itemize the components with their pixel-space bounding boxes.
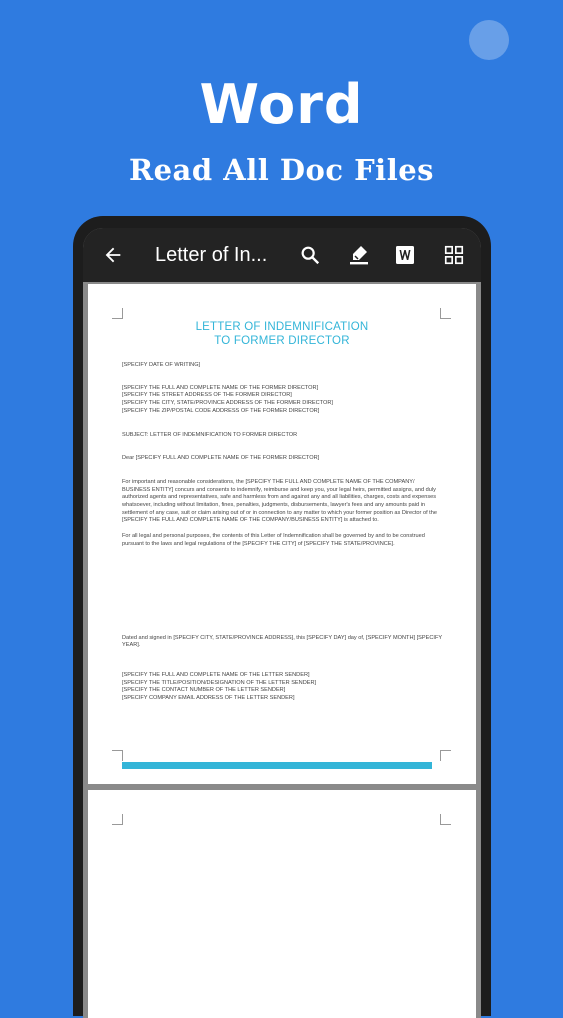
- decorative-circle: [469, 20, 509, 60]
- letter-title: LETTER OF INDEMNIFICATION TO FORMER DIRE…: [88, 320, 476, 348]
- sender-line: [SPECIFY THE CONTACT NUMBER OF THE LETTE…: [122, 687, 286, 694]
- document-page-2[interactable]: [88, 790, 476, 1018]
- search-icon[interactable]: [295, 240, 325, 270]
- footer-accent-bar: [122, 762, 432, 769]
- letter-subject: SUBJECT: LETTER OF INDEMNIFICATION TO FO…: [122, 431, 298, 438]
- letter-dated-signed: Dated and signed in [SPECIFY CITY, STATE…: [122, 634, 442, 649]
- phone-frame: Letter of In... LETTER OF INDEMNIFICATIO…: [73, 216, 491, 1018]
- highlighter-icon[interactable]: [344, 240, 374, 270]
- promo-subline: Read All Doc Files: [129, 153, 434, 187]
- document-title: Letter of In...: [155, 244, 268, 266]
- word-file-icon[interactable]: [390, 240, 420, 270]
- page-corner-mark: [440, 308, 451, 319]
- page-corner-mark: [440, 750, 451, 761]
- letter-salutation: Dear [SPECIFY FULL AND COMPLETE NAME OF …: [122, 455, 320, 462]
- sender-line: [SPECIFY THE TITLE/POSITION/DESIGNATION …: [122, 679, 317, 686]
- app-toolbar: Letter of In...: [83, 228, 481, 282]
- page-corner-mark: [112, 308, 123, 319]
- recipient-address-line: [SPECIFY THE CITY, STATE/PROVINCE ADDRES…: [122, 400, 333, 407]
- letter-title-line-1: LETTER OF INDEMNIFICATION: [195, 321, 369, 333]
- page-corner-mark: [112, 750, 123, 761]
- back-arrow-icon[interactable]: [99, 241, 127, 269]
- page-corner-mark: [440, 814, 451, 825]
- letter-paragraph: For all legal and personal purposes, the…: [122, 533, 425, 547]
- phone-screen: Letter of In... LETTER OF INDEMNIFICATIO…: [83, 228, 481, 1018]
- sender-line: [SPECIFY THE FULL AND COMPLETE NAME OF T…: [122, 671, 310, 678]
- document-page-1[interactable]: LETTER OF INDEMNIFICATION TO FORMER DIRE…: [88, 284, 476, 784]
- recipient-address-line: [SPECIFY THE ZIP/POSTAL CODE ADDRESS OF …: [122, 407, 320, 414]
- page-corner-mark: [112, 814, 123, 825]
- recipient-address-line: [SPECIFY THE FULL AND COMPLETE NAME OF T…: [122, 384, 319, 391]
- grid-icon[interactable]: [439, 240, 469, 270]
- promo-headline: Word: [199, 73, 364, 136]
- letter-date: [SPECIFY DATE OF WRITING]: [122, 362, 201, 368]
- sender-line: [SPECIFY COMPANY EMAIL ADDRESS OF THE LE…: [122, 695, 295, 702]
- letter-title-line-2: TO FORMER DIRECTOR: [214, 335, 350, 347]
- recipient-address-line: [SPECIFY THE STREET ADDRESS OF THE FORME…: [122, 392, 292, 399]
- letter-paragraph: For important and reasonable considerati…: [122, 478, 437, 524]
- letter-body: [SPECIFY DATE OF WRITING] [SPECIFY THE F…: [122, 362, 444, 703]
